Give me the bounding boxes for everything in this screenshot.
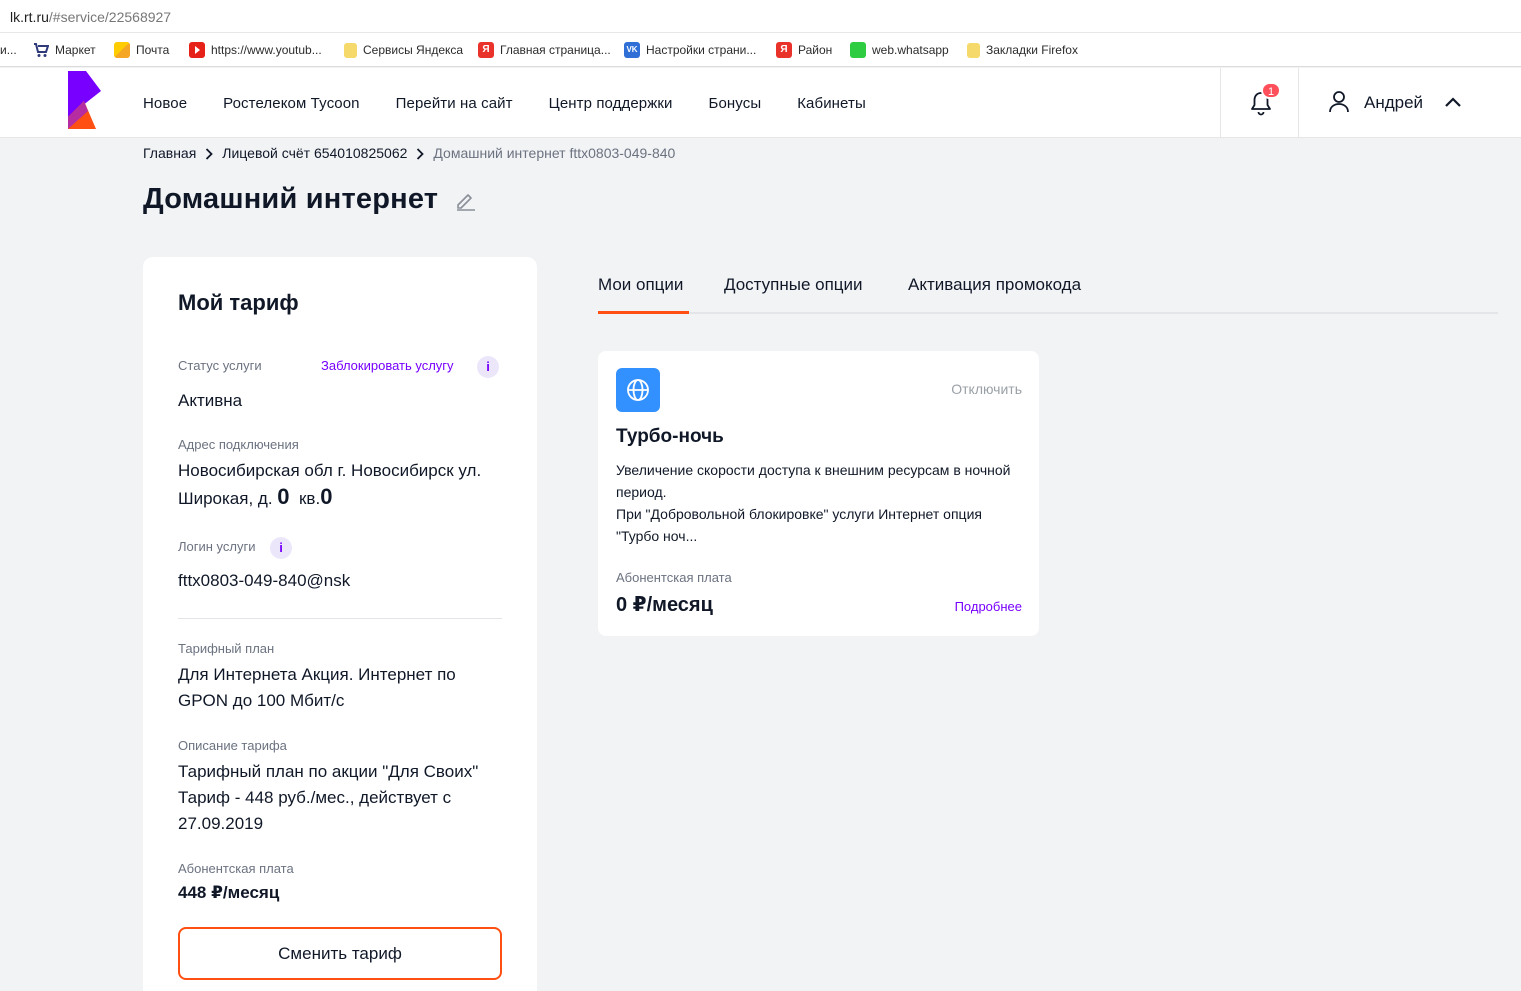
bookmark-label: Главная страница... [500,43,611,57]
header-divider [1298,68,1299,138]
whatsapp-icon [850,42,866,58]
description-label: Описание тарифа [178,738,287,753]
option-description: Увеличение скорости доступа к внешним ре… [616,459,1016,547]
info-icon[interactable]: i [477,356,499,378]
address-line1: Новосибирская обл г. Новосибирск ул. [178,461,482,480]
user-name: Андрей [1364,93,1424,112]
divider [178,618,502,619]
bookmark-label: Настройки страни... [646,43,757,57]
bookmark-label: Закладки Firefox [986,43,1078,57]
address-label: Адрес подключения [178,437,299,452]
info-icon[interactable]: i [270,537,292,559]
disable-option-link[interactable]: Отключить [951,381,1022,397]
bookmark-youtube[interactable]: https://www.youtub... [189,42,322,58]
status-value: Активна [178,391,243,410]
nav-cabinets[interactable]: Кабинеты [797,95,866,112]
option-description-line: При "Добровольной блокировке" услуги Инт… [616,506,982,544]
chevron-up-icon[interactable] [1445,94,1461,112]
option-fee-value: 0 ₽/месяц [616,594,713,616]
nav-bonuses[interactable]: Бонусы [709,95,762,112]
folder-icon [967,42,980,58]
login-value: fttx0803-049-840@nsk [178,571,351,590]
bookmark-label: web.whatsapp [872,43,949,57]
yandex-icon: Я [478,42,494,58]
nav-go-to-site[interactable]: Перейти на сайт [396,95,513,112]
header-divider [1220,68,1221,138]
url-text[interactable]: lk.rt.ru/#service/22568927 [10,9,171,25]
nav-support[interactable]: Центр поддержки [549,95,673,112]
login-label: Логин услуги [178,539,256,554]
bookmark-mail[interactable]: Почта [114,42,169,58]
option-fee-label: Абонентская плата [616,570,732,585]
chevron-right-icon [205,147,214,160]
breadcrumb-current: Домашний интернет fttx0803-049-840 [433,145,676,161]
user-icon [1328,89,1350,118]
cart-icon [33,42,50,58]
bookmark-label: Сервисы Яндекса [363,43,464,57]
rostelecom-logo[interactable] [66,71,102,129]
bookmark-label: Маркет [55,43,96,57]
address-flat-prefix: кв. [298,489,321,508]
site-header: Новое Ростелеком Tycoon Перейти на сайт … [0,68,1521,138]
options-tabs: Мои опции Доступные опции Активация пром… [598,258,1498,314]
option-details-link[interactable]: Подробнее [955,599,1022,614]
bookmark-label: и... [0,43,17,57]
active-tab-indicator [598,311,689,314]
bookmark-whatsapp[interactable]: web.whatsapp [850,42,949,58]
address-street: Широкая, д. [178,489,273,508]
address-flat: 0 [320,484,333,509]
bookmark-market[interactable]: Маркет [33,42,96,58]
bookmark-truncated[interactable]: и... [0,42,17,58]
breadcrumb-account[interactable]: Лицевой счёт 654010825062 [222,145,407,161]
tab-my-options[interactable]: Мои опции [598,275,683,295]
fee-value: 448 ₽/месяц [178,883,280,902]
bookmark-yandex-services[interactable]: Сервисы Яндекса [344,42,463,58]
notification-badge: 1 [1261,82,1281,99]
address-value: Новосибирская обл г. Новосибирск ул. Шир… [178,458,508,512]
url-host: lk.rt.ru [10,9,49,25]
nav-tycoon[interactable]: Ростелеком Tycoon [223,95,359,112]
nav-new[interactable]: Новое [143,95,187,112]
user-menu[interactable]: Андрей [1328,90,1461,116]
edit-icon[interactable] [455,190,477,212]
bookmark-district[interactable]: Я Район [776,42,832,58]
bookmark-label: Почта [136,43,170,57]
block-service-link[interactable]: Заблокировать услугу [321,358,454,373]
tab-available-options[interactable]: Доступные опции [724,275,863,295]
breadcrumb-home[interactable]: Главная [143,145,196,161]
bookmark-yandex-home[interactable]: Я Главная страница... [478,42,611,58]
plan-label: Тарифный план [178,641,275,656]
plan-value: Для Интернета Акция. Интернет по GPON до… [178,665,456,710]
tariff-card-title: Мой тариф [178,290,299,315]
url-path: /#service/22568927 [48,9,172,25]
tariff-card: Мой тариф Статус услуги Заблокировать ус… [143,257,537,991]
bookmark-vk-settings[interactable]: VK Настройки страни... [624,42,756,58]
option-description-line: Увеличение скорости доступа к внешним ре… [616,462,1011,500]
vk-icon: VK [624,42,640,58]
bookmark-label: Район [798,43,833,57]
yandex-icon: Я [776,42,792,58]
mail-icon [114,42,130,58]
bookmarks-bar: и... Маркет Почта https://www.youtub... … [0,33,1521,67]
youtube-icon [189,42,205,58]
tab-promo-activation[interactable]: Активация промокода [908,275,1081,295]
option-card: Отключить Турбо-ночь Увеличение скорости… [598,351,1039,636]
option-name: Турбо-ночь [616,426,724,447]
chevron-right-icon [416,147,425,160]
change-tariff-button[interactable]: Сменить тариф [178,927,502,980]
bookmark-label: https://www.youtub... [211,43,322,57]
folder-icon [344,42,357,58]
page-title: Домашний интернет [143,183,439,215]
address-house: 0 [277,484,290,509]
bookmark-firefox[interactable]: Закладки Firefox [967,42,1078,58]
breadcrumb: Главная Лицевой счёт 654010825062 Домашн… [143,145,675,161]
main-nav: Новое Ростелеком Tycoon Перейти на сайт … [143,68,902,138]
description-value: Тарифный план по акции "Для Своих" Тариф… [178,762,479,833]
globe-icon [616,368,660,412]
status-label: Статус услуги [178,358,262,373]
fee-label: Абонентская плата [178,861,294,876]
browser-url-bar[interactable]: lk.rt.ru/#service/22568927 [0,0,1521,33]
